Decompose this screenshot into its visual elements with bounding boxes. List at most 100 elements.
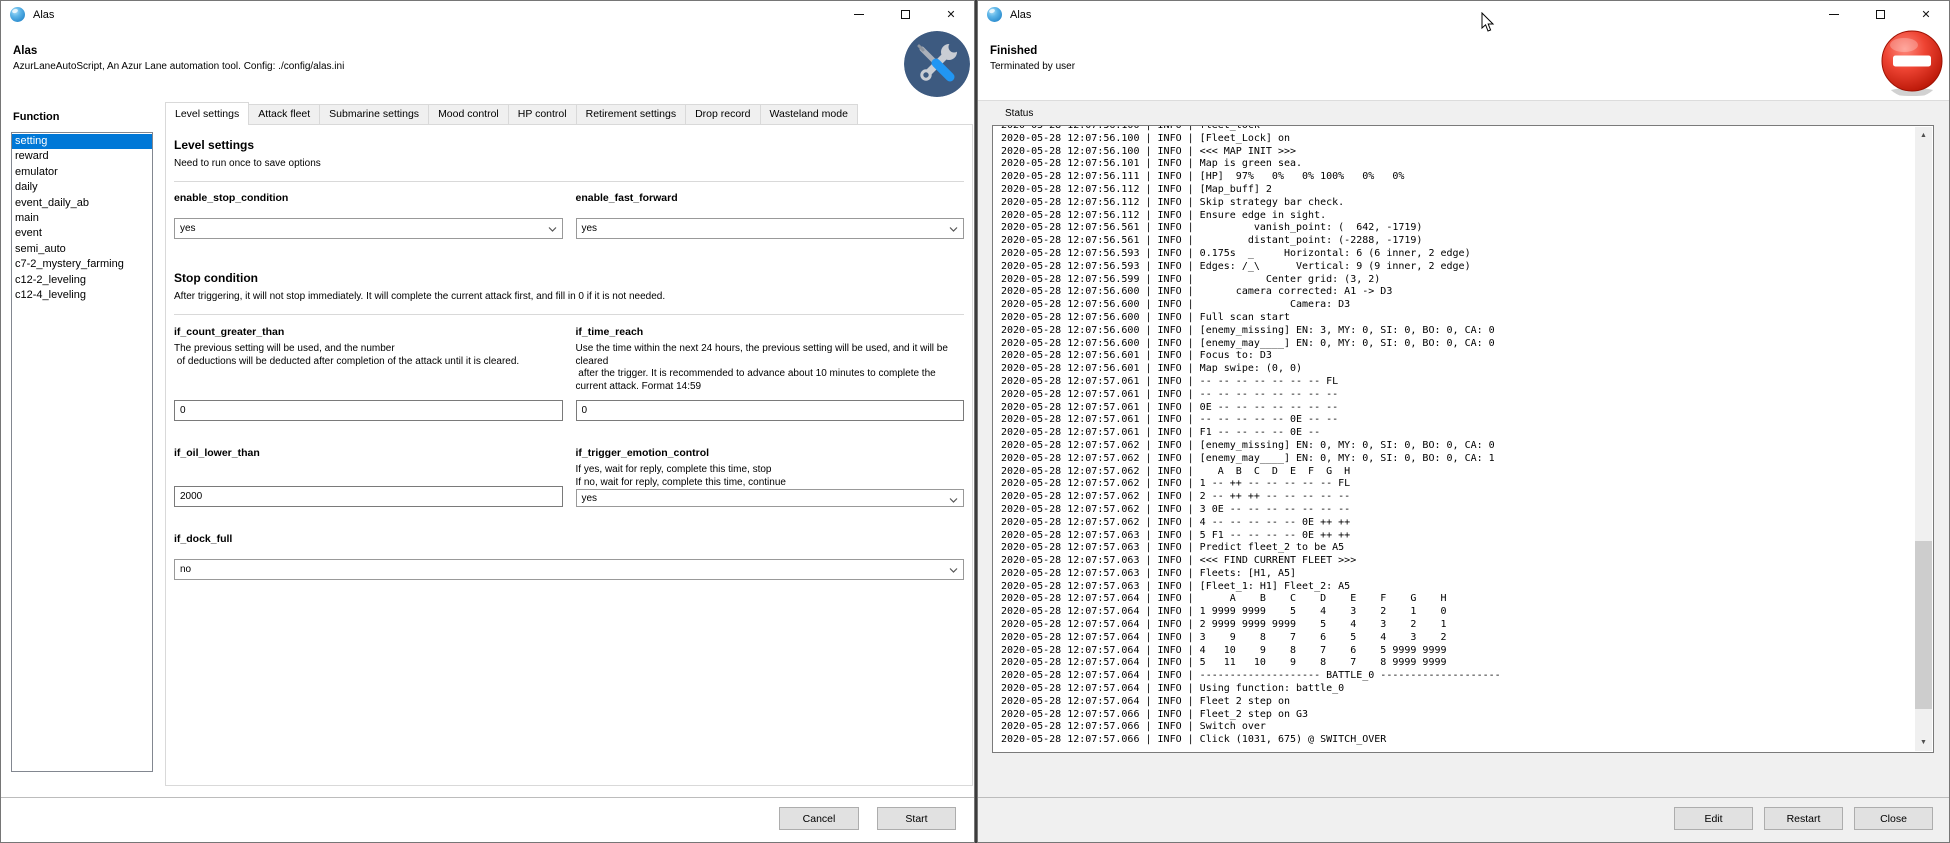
desc-line: If yes, wait for reply, complete this ti… [576,464,772,475]
left-header: Alas AzurLaneAutoScript, An Azur Lane au… [1,28,974,101]
enable_fast_forward-select[interactable]: yes [576,218,965,239]
desc-line: If no, wait for reply, complete this tim… [576,477,786,488]
select-value: yes [582,493,598,504]
right-header: Finished Terminated by user [978,28,1949,101]
scrollbar-thumb[interactable] [1915,541,1932,709]
sidebar-item-emulator[interactable]: emulator [12,165,152,180]
if_time_reach-input[interactable] [576,400,965,421]
close-icon: ✕ [1921,8,1930,21]
close-window-button[interactable]: Close [1854,807,1933,830]
field-desc: If yes, wait for reply, complete this ti… [576,464,965,489]
scrollbar-down-icon[interactable]: ▼ [1915,734,1932,751]
section-note-stop-condition: After triggering, it will not stop immed… [174,291,964,302]
function-label: Function [13,111,59,123]
tab-attack-fleet[interactable]: Attack fleet [248,104,320,125]
scrollbar-up-icon[interactable]: ▲ [1915,127,1932,144]
sidebar-item-daily[interactable]: daily [12,180,152,195]
minimize-button[interactable] [836,1,882,28]
run-status-title: Finished [990,45,1949,57]
if_dock_full-select[interactable]: no [174,559,964,580]
log-clip: 2020-05-28 12:07:56.100 | INFO | fleet_l… [994,126,1915,751]
tab-submarine-settings[interactable]: Submarine settings [319,104,429,125]
minimize-button[interactable] [1811,1,1857,28]
sidebar-item-main[interactable]: main [12,211,152,226]
field-if_dock_full: if_dock_full no [174,533,964,580]
minimize-icon [1829,14,1839,15]
status-label: Status [1005,108,1033,119]
tab-wasteland-mode[interactable]: Wasteland mode [760,104,858,125]
maximize-button[interactable] [882,1,928,28]
select-value: yes [582,223,598,234]
maximize-icon [901,10,910,19]
if_oil_lower_than-input[interactable] [174,486,563,507]
tab-drop-record[interactable]: Drop record [685,104,760,125]
tab-retirement-settings[interactable]: Retirement settings [576,104,686,125]
window-title: Alas [1010,9,1031,21]
field-label: enable_stop_condition [174,192,563,204]
desc-line: Use the time within the next 24 hours, t… [576,343,951,367]
cancel-button[interactable]: Cancel [779,807,859,830]
field-if_count_greater_than: if_count_greater_than The previous setti… [174,326,563,421]
field-label: if_trigger_emotion_control [576,447,965,459]
enable_stop_condition-select[interactable]: yes [174,218,563,239]
mouse-cursor [1481,12,1495,33]
chevron-down-icon [949,496,958,505]
right-titlebar[interactable]: Alas ✕ [978,1,1949,28]
field-if_oil_lower_than: if_oil_lower_than [174,447,563,507]
field-if_time_reach: if_time_reach Use the time within the ne… [576,326,965,421]
minimize-icon [854,14,864,15]
footer-divider [1,797,974,798]
sidebar-item-c12-2_leveling[interactable]: c12-2_leveling [12,273,152,288]
field-if_trigger_emotion_control: if_trigger_emotion_control If yes, wait … [576,447,965,507]
page-title: Alas [13,45,974,57]
log-output[interactable]: 2020-05-28 12:07:56.100 | INFO | fleet_l… [992,125,1934,753]
page-subtitle: AzurLaneAutoScript, An Azur Lane automat… [13,61,974,72]
section-title-level-settings: Level settings [174,138,964,152]
tab-level-settings[interactable]: Level settings [165,102,249,125]
function-list[interactable]: settingrewardemulatordailyevent_daily_ab… [11,132,153,772]
field-label: enable_fast_forward [576,192,965,204]
chevron-down-icon [949,225,958,234]
if_count_greater_than-input[interactable] [174,400,563,421]
left-titlebar[interactable]: Alas ✕ [1,1,974,28]
close-button[interactable]: ✕ [928,1,974,28]
field-label: if_dock_full [174,533,964,545]
field-enable_stop_condition: enable_stop_condition yes [174,192,563,239]
field-enable_fast_forward: enable_fast_forward yes [576,192,965,239]
run-log-window: Alas ✕ Finished Terminated by user Statu… [977,0,1950,843]
field-label: if_count_greater_than [174,326,563,338]
chevron-down-icon [949,566,958,575]
sidebar-item-reward[interactable]: reward [12,149,152,164]
if_trigger_emotion_control-select[interactable]: yes [576,489,965,507]
maximize-button[interactable] [1857,1,1903,28]
select-value: yes [180,223,196,234]
divider [174,181,964,182]
desc-line: of deductions will be deducted after com… [174,356,519,367]
sidebar-item-event[interactable]: event [12,226,152,241]
log-scrollbar[interactable]: ▲ ▼ [1915,127,1932,751]
stop-icon [1879,30,1945,98]
settings-tabs: Level settingsAttack fleetSubmarine sett… [165,102,857,125]
field-label: if_time_reach [576,326,965,338]
sidebar-item-semi_auto[interactable]: semi_auto [12,242,152,257]
tab-mood-control[interactable]: Mood control [428,104,509,125]
alas-app-icon [987,7,1002,22]
log-text: 2020-05-28 12:07:56.100 | INFO | fleet_l… [994,126,1915,747]
start-button[interactable]: Start [877,807,956,830]
restart-button[interactable]: Restart [1764,807,1843,830]
select-value: no [180,564,191,575]
section-note-level-settings: Need to run once to save options [174,158,964,169]
divider [174,314,964,315]
field-desc: The previous setting will be used, and t… [174,343,563,368]
section-title-stop-condition: Stop condition [174,271,964,285]
edit-button[interactable]: Edit [1674,807,1753,830]
sidebar-item-c7-2_mystery_farming[interactable]: c7-2_mystery_farming [12,257,152,272]
sidebar-item-c12-4_leveling[interactable]: c12-4_leveling [12,288,152,303]
desc-line: after the trigger. It is recommended to … [576,368,939,392]
tab-hp-control[interactable]: HP control [508,104,577,125]
sidebar-item-setting[interactable]: setting [12,134,152,149]
close-button[interactable]: ✕ [1903,1,1949,28]
settings-window: Alas ✕ Alas AzurLaneAutoScript, An Azur … [0,0,975,843]
sidebar-item-event_daily_ab[interactable]: event_daily_ab [12,196,152,211]
window-title: Alas [33,9,54,21]
